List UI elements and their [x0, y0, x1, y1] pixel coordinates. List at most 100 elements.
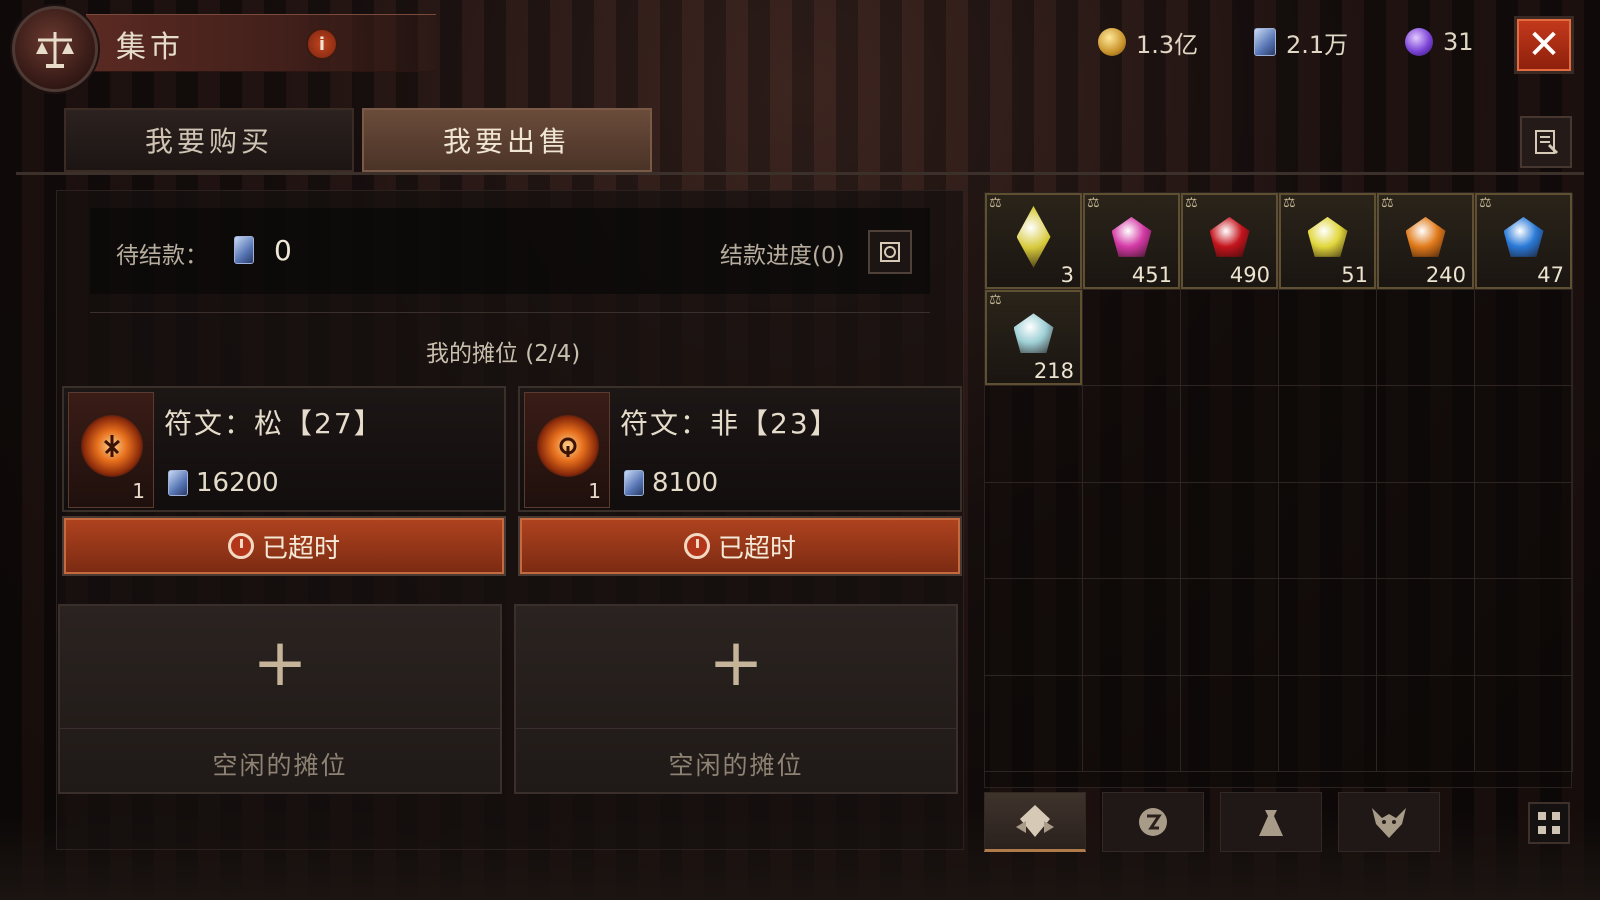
- empty-stall-label: 空闲的摊位: [668, 751, 804, 780]
- rune-tablet-icon: [234, 236, 254, 264]
- inventory-slot-amber[interactable]: ⚖ 240: [1377, 193, 1475, 290]
- rune-fei-icon: [537, 415, 599, 477]
- tab-gems[interactable]: [984, 792, 1086, 852]
- grid-menu-button[interactable]: [1528, 802, 1570, 844]
- info-button[interactable]: i: [306, 28, 338, 60]
- inventory-slot-diamond[interactable]: ⚖ 218: [985, 289, 1083, 386]
- scroll-icon: [880, 242, 900, 262]
- tabs-divider: [16, 172, 1584, 175]
- inventory-slot-empty[interactable]: [1475, 579, 1573, 676]
- my-stalls-title: 我的摊位 (2/4): [426, 341, 581, 367]
- inventory-slot-empty[interactable]: [1279, 675, 1377, 772]
- add-icon: +: [708, 624, 764, 701]
- page-title: 集市: [116, 30, 184, 65]
- inventory-slot-empty[interactable]: [985, 579, 1083, 676]
- inventory-slot-sapphire[interactable]: ⚖ 47: [1475, 193, 1573, 290]
- tradable-scales-icon: ⚖: [1087, 195, 1100, 211]
- divider: [60, 728, 500, 729]
- rune-amount: 2.1万: [1286, 30, 1349, 59]
- item-price: 16200: [196, 468, 279, 498]
- inventory-slot-empty[interactable]: [1377, 579, 1475, 676]
- log-icon: [1535, 130, 1559, 155]
- bag-category-icon: [1259, 810, 1283, 836]
- item-count: 240: [1425, 262, 1466, 287]
- empty-stall-slot-4[interactable]: + 空闲的摊位: [514, 604, 958, 794]
- inventory-slot-empty[interactable]: [1083, 482, 1181, 579]
- inventory-slot-empty[interactable]: [1181, 675, 1279, 772]
- stall-slot-2[interactable]: 1 符文：非【23】 8100: [518, 386, 962, 512]
- inventory-slot-empty[interactable]: [1279, 579, 1377, 676]
- timeout-label: 已超时: [717, 533, 796, 564]
- payment-progress-button[interactable]: [868, 230, 912, 274]
- inventory-slot-amethyst[interactable]: ⚖ 451: [1083, 193, 1181, 290]
- tab-buy[interactable]: 我要购买: [64, 108, 354, 172]
- item-count: 451: [1131, 262, 1172, 287]
- close-button[interactable]: ✕: [1514, 16, 1574, 74]
- inventory-slot-empty[interactable]: [1377, 289, 1475, 386]
- inventory-slot-empty[interactable]: [985, 386, 1083, 483]
- item-count: 51: [1341, 262, 1368, 287]
- scales-emblem-icon: [12, 6, 98, 92]
- inventory-slot-empty[interactable]: [1181, 386, 1279, 483]
- item-count: 490: [1229, 262, 1270, 287]
- tab-demons[interactable]: [1338, 792, 1440, 852]
- stall-slot-1[interactable]: 1 符文：松【27】 16200: [62, 386, 506, 512]
- inventory-slot-empty[interactable]: [1377, 482, 1475, 579]
- inventory-slot-yellow-crystal[interactable]: ⚖ 3: [985, 193, 1083, 290]
- tab-bags[interactable]: [1220, 792, 1322, 852]
- empty-stall-slot-3[interactable]: + 空闲的摊位: [58, 604, 502, 794]
- inventory-slot-empty[interactable]: [1083, 386, 1181, 483]
- purple-orb-icon: [1405, 28, 1433, 56]
- inventory-slot-ruby[interactable]: ⚖ 490: [1181, 193, 1279, 290]
- inventory-slot-empty[interactable]: [1279, 289, 1377, 386]
- tab-sell[interactable]: 我要出售: [362, 108, 652, 172]
- timeout-button-1[interactable]: 已超时: [62, 516, 506, 576]
- item-count: 3: [1060, 262, 1074, 287]
- diamond-gem-icon: [1013, 313, 1054, 354]
- inventory-slot-empty[interactable]: [1181, 579, 1279, 676]
- inventory-slot-empty[interactable]: [1083, 579, 1181, 676]
- yellow-crystal-gem-icon: [1016, 205, 1051, 268]
- gem-category-icon: [1016, 805, 1054, 837]
- topaz-gem-icon: [1307, 216, 1348, 257]
- inventory-slot-empty[interactable]: [1181, 482, 1279, 579]
- clock-icon: [227, 533, 254, 559]
- inventory-slot-empty[interactable]: [1475, 386, 1573, 483]
- tradable-scales-icon: ⚖: [989, 195, 1002, 211]
- inventory-slot-empty[interactable]: [985, 675, 1083, 772]
- inventory-slot-empty[interactable]: [1083, 289, 1181, 386]
- rune-item-box: 1: [524, 392, 610, 508]
- inventory-slot-empty[interactable]: [1083, 675, 1181, 772]
- rune-currency: 2.1万: [1254, 24, 1348, 60]
- inventory-slot-empty[interactable]: [985, 482, 1083, 579]
- item-price: 8100: [652, 468, 719, 498]
- timeout-button-2[interactable]: 已超时: [518, 516, 962, 576]
- inventory-grid: ⚖ 3 ⚖ 451 ⚖ 490 ⚖ 51 ⚖ 240 ⚖ 47 ⚖ 218: [984, 192, 1573, 788]
- tab-runes[interactable]: [1102, 792, 1204, 852]
- rune-tablet-icon: [624, 470, 644, 496]
- inventory-slot-empty[interactable]: [1377, 675, 1475, 772]
- divider: [90, 312, 930, 313]
- rune-tablet-icon: [168, 470, 188, 496]
- timeout-label: 已超时: [261, 533, 340, 564]
- sapphire-gem-icon: [1503, 216, 1544, 257]
- trade-log-button[interactable]: [1520, 116, 1572, 168]
- inventory-slot-empty[interactable]: [1279, 482, 1377, 579]
- pending-label: 待结款：: [116, 243, 208, 269]
- inventory-slot-empty[interactable]: [1181, 289, 1279, 386]
- empty-stall-label: 空闲的摊位: [212, 751, 348, 780]
- inventory-slot-topaz[interactable]: ⚖ 51: [1279, 193, 1377, 290]
- inventory-slot-empty[interactable]: [1279, 386, 1377, 483]
- inventory-slot-empty[interactable]: [1475, 289, 1573, 386]
- grid-icon: [1538, 812, 1546, 820]
- inventory-slot-empty[interactable]: [1475, 675, 1573, 772]
- gold-coin-icon: [1098, 28, 1126, 56]
- rune-category-icon: [1139, 808, 1167, 836]
- tradable-scales-icon: ⚖: [1185, 195, 1198, 211]
- gold-amount: 1.3亿: [1136, 30, 1199, 59]
- inventory-slot-empty[interactable]: [1377, 386, 1475, 483]
- inventory-slot-empty[interactable]: [1475, 482, 1573, 579]
- tradable-scales-icon: ⚖: [989, 291, 1002, 308]
- divider: [516, 728, 956, 729]
- tradable-scales-icon: ⚖: [1381, 195, 1394, 211]
